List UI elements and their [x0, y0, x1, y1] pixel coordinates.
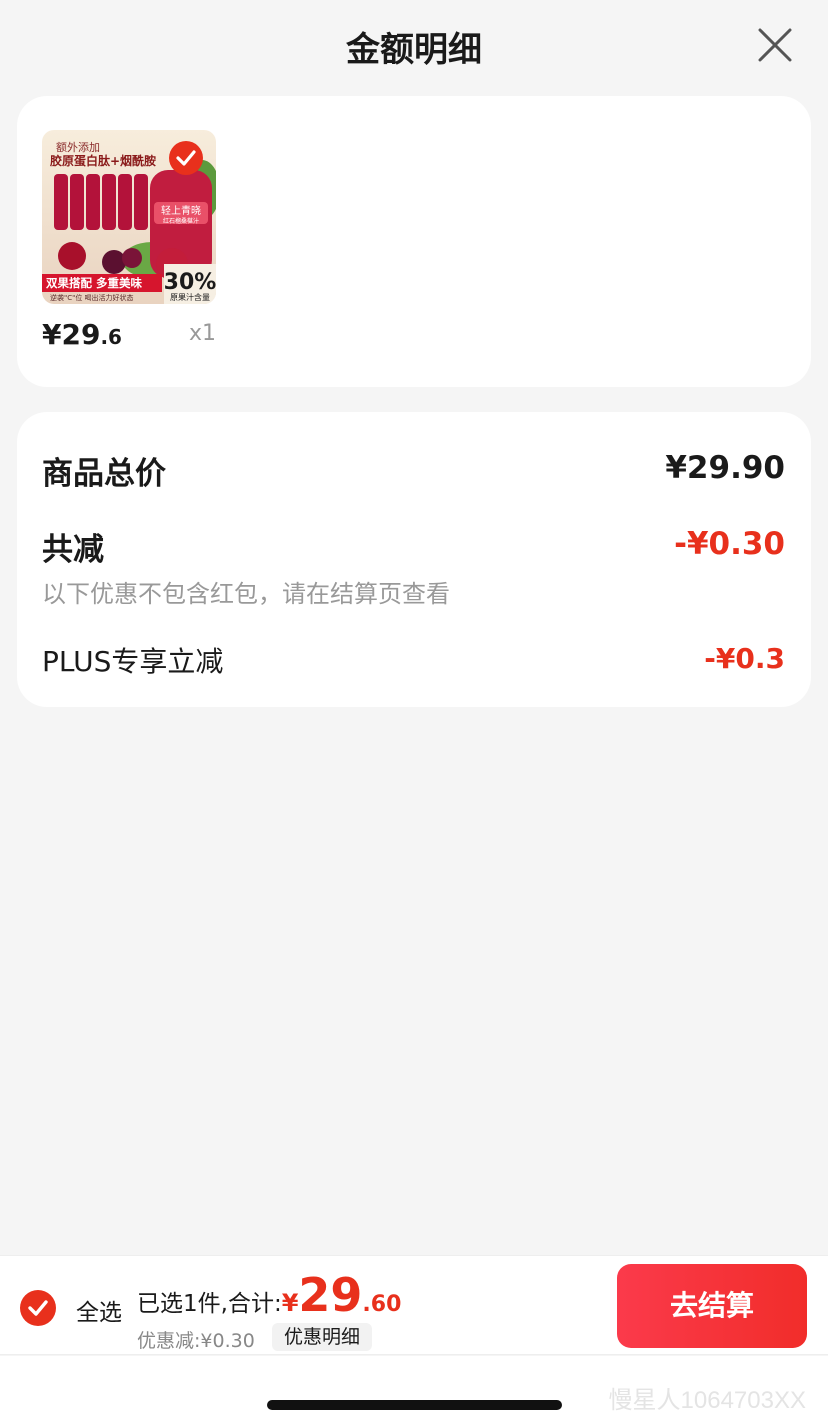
checkout-bar: 全选 已选1件,合计:¥29.60 优惠减:¥0.30 优惠明细 去结算 — [0, 1255, 828, 1355]
checkout-button[interactable]: 去结算 — [617, 1264, 807, 1348]
product-image-tag: 额外添加 — [56, 140, 100, 154]
bottom-safe-area: 慢星人1064703XX — [0, 1356, 828, 1428]
item-quantity: x1 — [189, 321, 217, 346]
watermark: 慢星人1064703XX — [608, 1387, 806, 1414]
item-selected-check-icon[interactable] — [169, 141, 203, 175]
price-detail-card: 商品总价 ¥29.90 共减 -¥0.30 以下优惠不包含红包，请在结算页查看 … — [17, 412, 811, 707]
item-price-dec: .6 — [100, 325, 122, 349]
product-image-percent-label: 原果汁含量 — [170, 292, 210, 302]
total-price-label: 商品总价 — [42, 456, 166, 492]
order-summary: 已选1件,合计:¥29.60 — [137, 1268, 401, 1322]
discount-detail-button[interactable]: 优惠明细 — [272, 1323, 373, 1351]
summary-total-int: 29 — [298, 1268, 363, 1322]
summary-currency: ¥ — [281, 1289, 299, 1317]
total-price-value: ¥29.90 — [665, 450, 785, 486]
page-title: 金额明细 — [346, 30, 482, 70]
product-image-banner: 双果搭配 多重美味 — [45, 276, 143, 290]
item-price-int: ¥29 — [42, 318, 101, 351]
sheet-header: 金额明细 — [0, 0, 828, 90]
product-image-headline: 胶原蛋白肽+烟酰胺 — [50, 153, 156, 168]
reduction-note: 以下优惠不包含红包，请在结算页查看 — [42, 580, 450, 608]
product-image-bottle-sub: 红石榴桑椹汁 — [163, 217, 199, 225]
plus-discount-label: PLUS专享立减 — [42, 645, 224, 678]
reduction-value: -¥0.30 — [674, 526, 785, 562]
product-image-slogan: 逆袭"C"位 喝出活力好状态 — [50, 293, 134, 302]
summary-prefix: 已选1件,合计: — [137, 1291, 282, 1317]
plus-discount-value: -¥0.3 — [704, 642, 785, 675]
item-price: ¥29.6 — [42, 318, 122, 351]
select-all-label[interactable]: 全选 — [76, 1293, 122, 1327]
product-card: 轻上青晓 红石榴桑椹汁 额外添加 胶原蛋白肽+烟酰胺 双果搭配 多重美味 逆袭"… — [17, 96, 811, 387]
select-all-check-icon[interactable] — [20, 1290, 56, 1326]
amount-detail-sheet: 金额明细 轻上青晓 红石榴桑椹汁 额外添加 胶原蛋白肽+烟酰胺 双果搭配 多重美… — [0, 0, 828, 1255]
discount-summary: 优惠减:¥0.30 — [137, 1330, 255, 1352]
close-icon[interactable] — [752, 22, 798, 68]
summary-total-dec: .60 — [362, 1292, 402, 1317]
reduction-label: 共减 — [42, 532, 104, 568]
product-image-bottle-text: 轻上青晓 — [161, 204, 201, 217]
home-indicator[interactable] — [267, 1400, 562, 1410]
product-image-percent: 30% — [164, 270, 216, 295]
